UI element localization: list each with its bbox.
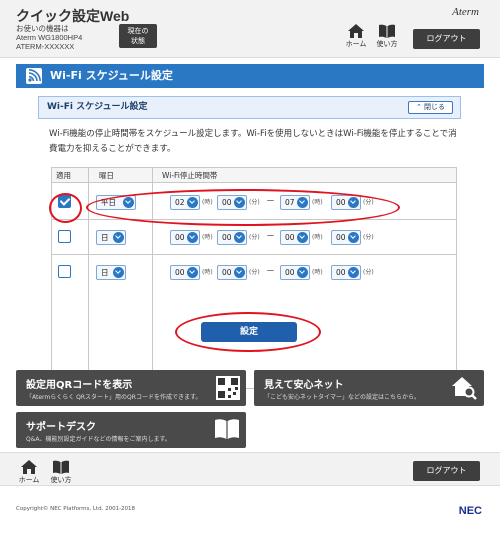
apply-checkbox[interactable] xyxy=(58,265,71,278)
day-select[interactable]: 日 xyxy=(96,230,126,245)
day-value: 日 xyxy=(101,233,109,242)
manual-nav[interactable]: 使い方 xyxy=(374,24,400,49)
home-label: ホーム xyxy=(345,40,367,48)
copyright: Copyright© NEC Platforms, Ltd. 2001-2018 xyxy=(16,506,136,512)
end-hour-select[interactable]: 00 xyxy=(280,265,310,280)
minute-unit: (分) xyxy=(249,234,260,241)
collapse-label: 閉じる xyxy=(424,103,446,111)
end-minute-value: 00 xyxy=(336,268,346,277)
collapse-button[interactable]: ⌃ 閉じる xyxy=(408,101,453,114)
nec-logo: NEC xyxy=(458,505,482,517)
start-minute-value: 00 xyxy=(222,268,232,277)
qr-code-link[interactable]: 設定用QRコードを表示 「Atermらくらく QRスタート」用のQRコードを作成… xyxy=(16,370,246,406)
aterm-logo: Aterm xyxy=(452,6,479,18)
device-ssid: ATERM-XXXXXX xyxy=(16,42,75,51)
home-icon xyxy=(348,24,364,38)
table-row: 日 00 (時) 00 (分) － 00 (時) 00 (分) xyxy=(52,255,456,290)
app-title: クイック設定Web xyxy=(16,8,130,24)
home-icon xyxy=(21,460,37,474)
chevron-down-icon xyxy=(234,267,245,278)
start-minute-select[interactable]: 00 xyxy=(217,230,247,245)
col-stop-time: Wi-Fi停止時間帯 xyxy=(162,171,218,180)
book-icon xyxy=(215,419,239,439)
chevron-down-icon xyxy=(297,232,308,243)
end-hour-select[interactable]: 00 xyxy=(280,230,310,245)
section-title-bar: Wi-Fi スケジュール設定 xyxy=(16,64,484,88)
support-desk-link[interactable]: サポートデスク Q&A、機能別設定ガイドなどの情報をご案内します。 xyxy=(16,412,246,448)
start-hour-value: 00 xyxy=(175,233,185,242)
device-model: Aterm WG1800HP4 xyxy=(16,33,83,42)
qr-title: 設定用QRコードを表示 xyxy=(26,380,133,391)
safe-net-title: 見えて安心ネット xyxy=(264,380,344,391)
minute-unit: (分) xyxy=(363,269,374,276)
end-minute-select[interactable]: 00 xyxy=(331,230,361,245)
col-apply: 適用 xyxy=(56,171,71,180)
qr-subtitle: 「Atermらくらく QRスタート」用のQRコードを作成できます。 xyxy=(26,394,202,401)
wifi-icon xyxy=(26,68,42,84)
support-title: サポートデスク xyxy=(26,422,96,433)
day-value: 日 xyxy=(101,268,109,277)
chevron-down-icon xyxy=(113,232,124,243)
end-minute-value: 00 xyxy=(336,233,346,242)
safe-net-link[interactable]: 見えて安心ネット 「こども安心ネットタイマー」などの設定はこちらから。 xyxy=(254,370,484,406)
chevron-down-icon xyxy=(113,267,124,278)
highlight-ellipse-checkbox xyxy=(49,193,82,223)
panel-header: Wi-Fi スケジュール設定 ⌃ 閉じる xyxy=(38,96,461,119)
footer-home-nav[interactable]: ホーム xyxy=(16,460,42,485)
chevron-down-icon xyxy=(234,232,245,243)
col-day: 曜日 xyxy=(99,171,114,180)
hour-unit: (時) xyxy=(202,234,213,241)
minute-unit: (分) xyxy=(363,234,374,241)
submit-button[interactable]: 設定 xyxy=(201,322,297,342)
highlight-ellipse-row xyxy=(86,189,400,226)
chevron-down-icon xyxy=(348,232,359,243)
chevron-up-icon: ⌃ xyxy=(415,103,425,111)
status-label-2: 状態 xyxy=(131,37,145,45)
chevron-down-icon xyxy=(297,267,308,278)
section-title: Wi-Fi スケジュール設定 xyxy=(50,69,173,82)
safe-net-subtitle: 「こども安心ネットタイマー」などの設定はこちらから。 xyxy=(264,394,421,401)
logout-button[interactable]: ログアウト xyxy=(413,29,480,49)
end-hour-value: 00 xyxy=(285,233,295,242)
start-minute-value: 00 xyxy=(222,233,232,242)
minute-unit: (分) xyxy=(249,269,260,276)
apply-checkbox[interactable] xyxy=(58,230,71,243)
end-hour-value: 00 xyxy=(285,268,295,277)
start-minute-select[interactable]: 00 xyxy=(217,265,247,280)
device-info: お使いの機器は Aterm WG1800HP4 ATERM-XXXXXX xyxy=(16,24,82,51)
book-icon xyxy=(53,460,69,474)
manual-label: 使い方 xyxy=(50,476,72,484)
chevron-down-icon xyxy=(187,232,198,243)
support-subtitle: Q&A、機能別設定ガイドなどの情報をご案内します。 xyxy=(26,436,171,443)
panel-description: Wi-Fi機能の停止時間帯をスケジュール設定します。Wi-Fiを使用しないときは… xyxy=(49,129,457,154)
status-label-1: 現在の xyxy=(127,27,149,35)
device-line: お使いの機器は xyxy=(16,24,69,33)
panel-title: Wi-Fi スケジュール設定 xyxy=(47,102,148,112)
table-header: 適用 曜日 Wi-Fi停止時間帯 xyxy=(52,168,456,183)
footer-nav: ホーム 使い方 ログアウト xyxy=(0,452,500,486)
start-hour-value: 00 xyxy=(175,268,185,277)
current-status-button[interactable]: 現在の 状態 xyxy=(119,24,157,48)
house-search-icon xyxy=(452,377,477,400)
home-nav[interactable]: ホーム xyxy=(343,24,369,49)
start-hour-select[interactable]: 00 xyxy=(170,265,200,280)
start-hour-select[interactable]: 00 xyxy=(170,230,200,245)
home-label: ホーム xyxy=(18,476,40,484)
manual-label: 使い方 xyxy=(376,40,398,48)
end-minute-select[interactable]: 00 xyxy=(331,265,361,280)
hour-unit: (時) xyxy=(312,234,323,241)
hour-unit: (時) xyxy=(202,269,213,276)
range-dash: － xyxy=(266,232,276,242)
day-select[interactable]: 日 xyxy=(96,265,126,280)
range-dash: － xyxy=(266,267,276,277)
book-icon xyxy=(379,24,395,38)
qr-code-icon xyxy=(216,376,240,400)
chevron-down-icon xyxy=(187,267,198,278)
footer-logout-button[interactable]: ログアウト xyxy=(413,461,480,481)
footer-manual-nav[interactable]: 使い方 xyxy=(48,460,74,485)
hour-unit: (時) xyxy=(312,269,323,276)
header: クイック設定Web お使いの機器は Aterm WG1800HP4 ATERM-… xyxy=(0,0,500,58)
chevron-down-icon xyxy=(348,267,359,278)
